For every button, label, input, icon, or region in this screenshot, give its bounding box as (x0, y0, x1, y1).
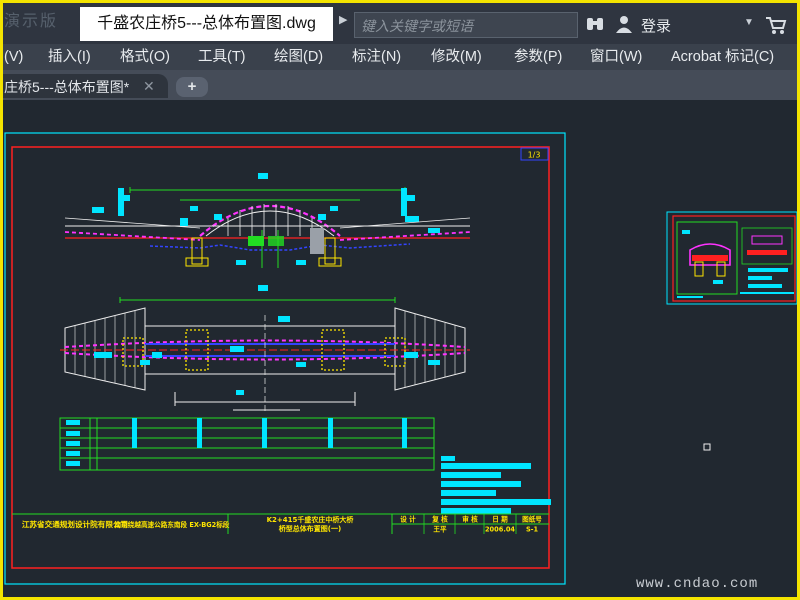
tab-drawing[interactable]: 庄桥5---总体布置图* ✕ (0, 74, 168, 98)
drawing-title-line1: K2+415千盛农庄中桥大桥 (267, 515, 355, 524)
user-icon[interactable] (614, 14, 634, 34)
sheet-number: 1/3 (528, 151, 541, 160)
header-review: 审 核 (462, 515, 478, 524)
dropdown-icon[interactable]: ▼ (744, 17, 754, 28)
menu-window[interactable]: 窗口(W) (590, 44, 642, 70)
login-button[interactable]: 登录 (641, 15, 671, 36)
value-date: 2006.04 (485, 526, 515, 534)
project-name: 南京绕越高速公路东南段 EX-BG2标段 (115, 520, 230, 529)
design-company: 江苏省交通规划设计院有限公司 (22, 519, 128, 529)
menu-view[interactable]: (V) (4, 44, 23, 70)
close-icon[interactable]: ✕ (143, 78, 155, 95)
header-design: 设 计 (400, 515, 416, 524)
menu-dimension[interactable]: 标注(N) (352, 44, 401, 70)
watermark: www.cndao.com (636, 576, 759, 592)
menu-parameter[interactable]: 参数(P) (514, 44, 562, 70)
drawing-canvas[interactable]: 1/3 江苏省交通规划设计院有限公司 南京绕越高速公路东南段 EX-BG2标段 … (0, 100, 800, 600)
document-title: 千盛农庄桥5---总体布置图.dwg (80, 7, 333, 41)
title-bar: 演示版 千盛农庄桥5---总体布置图.dwg ▶ 键入关键字或短语 登录 ▼ (0, 0, 800, 45)
menu-format[interactable]: 格式(O) (120, 44, 170, 70)
binoculars-icon[interactable] (585, 14, 605, 34)
menu-bar: (V) 插入(I) 格式(O) 工具(T) 绘图(D) 标注(N) 修改(M) … (0, 44, 800, 70)
search-input[interactable]: 键入关键字或短语 (354, 12, 578, 38)
tab-bar: 庄桥5---总体布置图* ✕ + (0, 70, 800, 100)
header-check: 复 核 (431, 515, 448, 524)
menu-insert[interactable]: 插入(I) (48, 44, 91, 70)
drawing-title-line2: 桥型总体布置图(一) (279, 524, 341, 533)
tab-label: 庄桥5---总体布置图* (4, 79, 130, 95)
cart-icon[interactable] (765, 15, 787, 35)
header-sheet-no: 图纸号 (522, 515, 542, 524)
header-date: 日 期 (492, 515, 508, 524)
menu-modify[interactable]: 修改(M) (431, 44, 482, 70)
add-icon[interactable]: + (176, 77, 208, 97)
menu-tools[interactable]: 工具(T) (198, 44, 246, 70)
value-sheet-no: S-1 (526, 526, 538, 534)
search-arrow-icon[interactable]: ▶ (339, 13, 347, 26)
menu-acrobat[interactable]: Acrobat 标记(C) (671, 44, 774, 70)
menu-draw[interactable]: 绘图(D) (274, 44, 323, 70)
value-check: 王平 (433, 526, 447, 534)
app-logo[interactable]: 演示版 (4, 6, 74, 38)
